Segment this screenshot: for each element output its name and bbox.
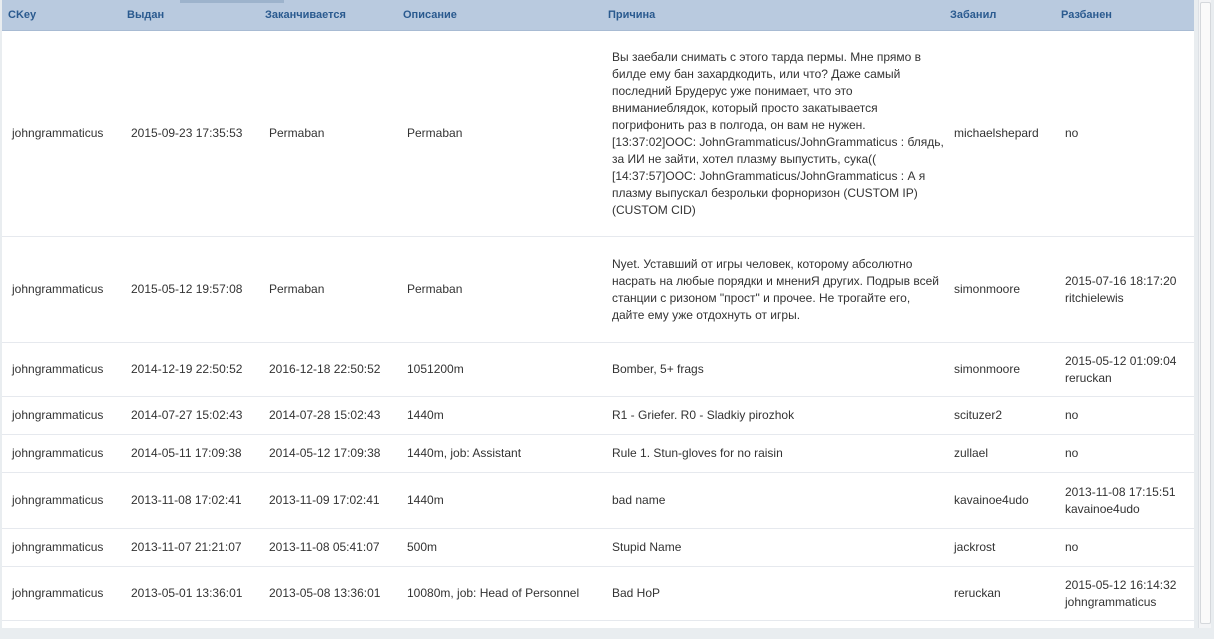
unbanned-cell: no bbox=[1055, 434, 1194, 473]
reason-cell: Stupid Name bbox=[602, 528, 944, 567]
unban-date: no bbox=[1065, 126, 1079, 140]
ckey-cell: johngrammaticus bbox=[2, 342, 121, 397]
ckey-cell: johngrammaticus bbox=[2, 396, 121, 435]
unban-date: no bbox=[1065, 540, 1079, 554]
unbanned-cell: no bbox=[1055, 30, 1194, 237]
issued-cell: 2014-05-11 17:09:38 bbox=[121, 434, 259, 473]
ckey-cell: johngrammaticus bbox=[2, 528, 121, 567]
banned-by-cell: zullael bbox=[944, 434, 1055, 473]
unbanned-cell: 2013-11-08 17:15:51 kavainoe4udo bbox=[1055, 472, 1194, 529]
scrollbar-thumb[interactable] bbox=[1200, 2, 1211, 624]
column-header-banned-by[interactable]: Забанил bbox=[944, 0, 1055, 31]
tab-indicator bbox=[180, 0, 284, 3]
column-header-reason[interactable]: Причина bbox=[602, 0, 944, 31]
description-cell: 1440m, job: Assistant bbox=[397, 434, 602, 473]
ban-history-panel: CKey Выдан Заканчивается Описание Причин… bbox=[2, 0, 1194, 628]
unbanned-cell: 2015-05-12 01:09:04 reruckan bbox=[1055, 342, 1194, 397]
expires-cell: Permaban bbox=[259, 30, 397, 237]
unbanned-cell: 2015-05-12 16:14:32 johngrammaticus bbox=[1055, 566, 1194, 621]
issued-cell: 2015-09-23 17:35:53 bbox=[121, 30, 259, 237]
column-header-issued[interactable]: Выдан bbox=[121, 0, 259, 31]
unban-admin: ritchielewis bbox=[1065, 290, 1124, 305]
description-cell: 500m bbox=[397, 528, 602, 567]
banned-by-cell: kavainoe4udo bbox=[944, 472, 1055, 529]
reason-cell: Rule 1. Stun-gloves for no raisin bbox=[602, 434, 944, 473]
issued-cell: 2015-05-12 19:57:08 bbox=[121, 236, 259, 343]
reason-cell: R1 - Griefer. R0 - Sladkiy pirozhok bbox=[602, 396, 944, 435]
ban-history-table: CKey Выдан Заканчивается Описание Причин… bbox=[2, 0, 1194, 621]
unban-date: no bbox=[1065, 408, 1079, 422]
unban-date: 2015-07-16 18:17:20 bbox=[1065, 273, 1177, 288]
ckey-cell: johngrammaticus bbox=[2, 566, 121, 621]
description-cell: 10080m, job: Head of Personnel bbox=[397, 566, 602, 621]
description-cell: 1051200m bbox=[397, 342, 602, 397]
description-cell: 1440m bbox=[397, 472, 602, 529]
vertical-scrollbar[interactable] bbox=[1198, 0, 1211, 628]
banned-by-cell: simonmoore bbox=[944, 342, 1055, 397]
expires-cell: 2013-11-09 17:02:41 bbox=[259, 472, 397, 529]
description-cell: Permaban bbox=[397, 30, 602, 237]
column-header-unbanned[interactable]: Разбанен bbox=[1055, 0, 1194, 31]
table-row: johngrammaticus 2015-05-12 19:57:08 Permab… bbox=[2, 236, 1194, 343]
table-row: johngrammaticus 2013-11-08 17:02:41 2013-1… bbox=[2, 472, 1194, 529]
banned-by-cell: simonmoore bbox=[944, 236, 1055, 343]
reason-cell: Nyet. Уставший от игры человек, которому… bbox=[602, 236, 944, 343]
description-cell: 1440m bbox=[397, 396, 602, 435]
banned-by-cell: reruckan bbox=[944, 566, 1055, 621]
table-row: johngrammaticus 2014-12-19 22:50:52 2016-1… bbox=[2, 342, 1194, 397]
unban-admin: kavainoe4udo bbox=[1065, 501, 1140, 516]
issued-cell: 2013-11-07 21:21:07 bbox=[121, 528, 259, 567]
unban-date: 2015-05-12 01:09:04 bbox=[1065, 353, 1177, 368]
description-cell: Permaban bbox=[397, 236, 602, 343]
ckey-cell: johngrammaticus bbox=[2, 236, 121, 343]
unban-admin: johngrammaticus bbox=[1065, 594, 1157, 609]
expires-cell: 2014-05-12 17:09:38 bbox=[259, 434, 397, 473]
unbanned-cell: no bbox=[1055, 528, 1194, 567]
unbanned-cell: 2015-07-16 18:17:20 ritchielewis bbox=[1055, 236, 1194, 343]
table-row: johngrammaticus 2013-05-01 13:36:01 2013-0… bbox=[2, 566, 1194, 621]
expires-cell: 2013-11-08 05:41:07 bbox=[259, 528, 397, 567]
expires-cell: Permaban bbox=[259, 236, 397, 343]
table-row: johngrammaticus 2013-11-07 21:21:07 2013-1… bbox=[2, 528, 1194, 567]
column-header-expires[interactable]: Заканчивается bbox=[259, 0, 397, 31]
banned-by-cell: jackrost bbox=[944, 528, 1055, 567]
table-row: johngrammaticus 2014-07-27 15:02:43 2014-0… bbox=[2, 396, 1194, 435]
unbanned-cell: no bbox=[1055, 396, 1194, 435]
banned-by-cell: scituzer2 bbox=[944, 396, 1055, 435]
table-row: johngrammaticus 2015-09-23 17:35:53 Permab… bbox=[2, 30, 1194, 237]
ckey-cell: johngrammaticus bbox=[2, 434, 121, 473]
ckey-cell: johngrammaticus bbox=[2, 472, 121, 529]
unban-admin: reruckan bbox=[1065, 370, 1112, 385]
unban-date: 2015-05-12 16:14:32 bbox=[1065, 577, 1177, 592]
table-header-row: CKey Выдан Заканчивается Описание Причин… bbox=[2, 0, 1194, 31]
reason-cell: bad name bbox=[602, 472, 944, 529]
issued-cell: 2014-07-27 15:02:43 bbox=[121, 396, 259, 435]
unban-date: no bbox=[1065, 446, 1079, 460]
expires-cell: 2016-12-18 22:50:52 bbox=[259, 342, 397, 397]
reason-cell: Bomber, 5+ frags bbox=[602, 342, 944, 397]
column-header-description[interactable]: Описание bbox=[397, 0, 602, 31]
unban-date: 2013-11-08 17:15:51 bbox=[1065, 484, 1176, 499]
column-header-ckey[interactable]: CKey bbox=[2, 0, 121, 31]
table-row: johngrammaticus 2014-05-11 17:09:38 2014-0… bbox=[2, 434, 1194, 473]
ckey-cell: johngrammaticus bbox=[2, 30, 121, 237]
issued-cell: 2014-12-19 22:50:52 bbox=[121, 342, 259, 397]
banned-by-cell: michaelshepard bbox=[944, 30, 1055, 237]
expires-cell: 2013-05-08 13:36:01 bbox=[259, 566, 397, 621]
issued-cell: 2013-11-08 17:02:41 bbox=[121, 472, 259, 529]
issued-cell: 2013-05-01 13:36:01 bbox=[121, 566, 259, 621]
reason-cell: Вы заебали снимать с этого тарда пермы. … bbox=[602, 30, 944, 237]
expires-cell: 2014-07-28 15:02:43 bbox=[259, 396, 397, 435]
reason-cell: Bad HoP bbox=[602, 566, 944, 621]
